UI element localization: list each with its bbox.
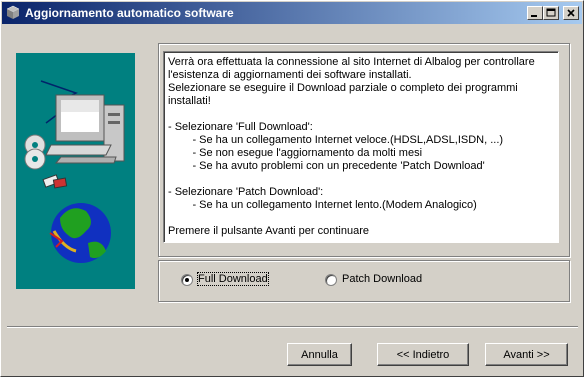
next-button[interactable]: Avanti >> <box>485 343 568 366</box>
patch-download-radio[interactable] <box>325 274 337 286</box>
patch-download-label[interactable]: Patch Download <box>342 273 422 285</box>
radio-selected-dot <box>185 278 189 282</box>
side-illustration <box>16 53 135 289</box>
title-bar[interactable]: Aggiornamento automatico software <box>2 2 582 24</box>
full-download-radio[interactable] <box>181 274 193 286</box>
button-divider <box>7 326 578 328</box>
full-download-label[interactable]: Full Download <box>197 272 269 286</box>
app-icon <box>6 5 20 19</box>
window-title: Aggiornamento automatico software <box>25 6 234 20</box>
cancel-button[interactable]: Annulla <box>287 343 352 366</box>
minimize-button[interactable] <box>527 6 543 20</box>
close-button[interactable] <box>563 6 579 20</box>
installer-window: Aggiornamento automatico software Verrà … <box>0 0 584 377</box>
maximize-icon <box>546 8 556 17</box>
globe-illustration <box>49 203 111 263</box>
info-text: Verrà ora effettuata la connessione al s… <box>168 56 535 237</box>
download-options-group: Full Download Patch Download <box>158 260 570 302</box>
computer-illustration <box>24 80 125 263</box>
info-textbox[interactable]: Verrà ora effettuata la connessione al s… <box>163 51 559 243</box>
cd-illustration <box>24 134 46 170</box>
minimize-icon <box>531 15 537 17</box>
close-icon <box>567 9 575 17</box>
back-button[interactable]: << Indietro <box>377 343 469 366</box>
maximize-button[interactable] <box>543 6 559 20</box>
